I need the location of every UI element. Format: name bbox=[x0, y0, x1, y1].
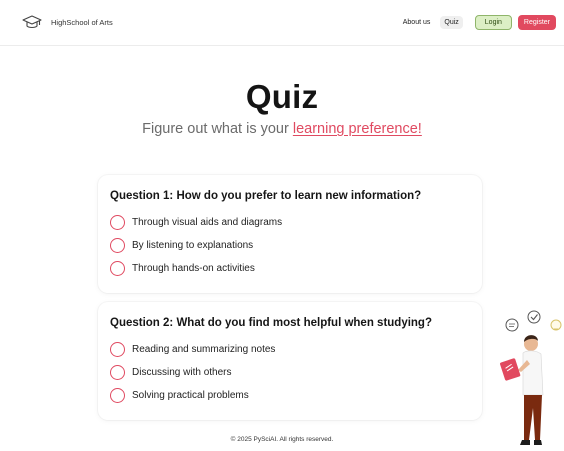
register-button[interactable]: Register bbox=[517, 15, 556, 30]
answer-option[interactable]: Through hands-on activities bbox=[110, 257, 482, 280]
brand-name: HighSchool of Arts bbox=[51, 17, 113, 27]
nav-link-quiz[interactable]: Quiz bbox=[440, 16, 463, 29]
login-button[interactable]: Login bbox=[474, 15, 512, 30]
graduation-cap-icon bbox=[22, 15, 42, 29]
radio-button[interactable] bbox=[110, 365, 125, 380]
student-reading-illustration bbox=[500, 310, 562, 445]
radio-button[interactable] bbox=[110, 342, 125, 357]
option-label: Discussing with others bbox=[132, 367, 232, 378]
page-title: Quiz bbox=[245, 78, 319, 115]
option-label: Through visual aids and diagrams bbox=[132, 217, 283, 228]
question-card-2: Question 2: What do you find most helpfu… bbox=[98, 302, 482, 420]
copyright-text: © 2025 PySciAI. All rights reserved. bbox=[230, 436, 334, 443]
radio-button[interactable] bbox=[110, 238, 125, 253]
footer: © 2025 PySciAI. All rights reserved. bbox=[0, 436, 564, 443]
radio-button[interactable] bbox=[110, 388, 125, 403]
answer-option[interactable]: Discussing with others bbox=[110, 361, 482, 384]
top-navbar: HighSchool of Arts About us Quiz Login R… bbox=[0, 0, 564, 46]
answer-option[interactable]: By listening to explanations bbox=[110, 234, 482, 257]
option-label: Solving practical problems bbox=[132, 390, 249, 401]
question-text: Question 2: What do you find most helpfu… bbox=[110, 317, 432, 329]
brand[interactable]: HighSchool of Arts bbox=[22, 14, 113, 30]
learning-preference-link[interactable]: learning preference! bbox=[293, 121, 422, 137]
nav-link-about-us[interactable]: About us bbox=[399, 16, 435, 29]
nav-links: About us Quiz Login Register bbox=[399, 15, 556, 30]
radio-button[interactable] bbox=[110, 215, 125, 230]
option-label: Through hands-on activities bbox=[132, 263, 255, 274]
question-card-1: Question 1: How do you prefer to learn n… bbox=[98, 175, 482, 293]
page-subtitle: Figure out what is your learning prefere… bbox=[0, 121, 564, 137]
answer-option[interactable]: Solving practical problems bbox=[110, 384, 482, 407]
option-label: By listening to explanations bbox=[132, 240, 254, 251]
answer-option[interactable]: Reading and summarizing notes bbox=[110, 338, 482, 361]
answer-option[interactable]: Through visual aids and diagrams bbox=[110, 211, 482, 234]
radio-button[interactable] bbox=[110, 261, 125, 276]
question-text: Question 1: How do you prefer to learn n… bbox=[110, 190, 422, 202]
subtitle-text: Figure out what is your bbox=[142, 121, 293, 137]
option-label: Reading and summarizing notes bbox=[132, 344, 276, 355]
